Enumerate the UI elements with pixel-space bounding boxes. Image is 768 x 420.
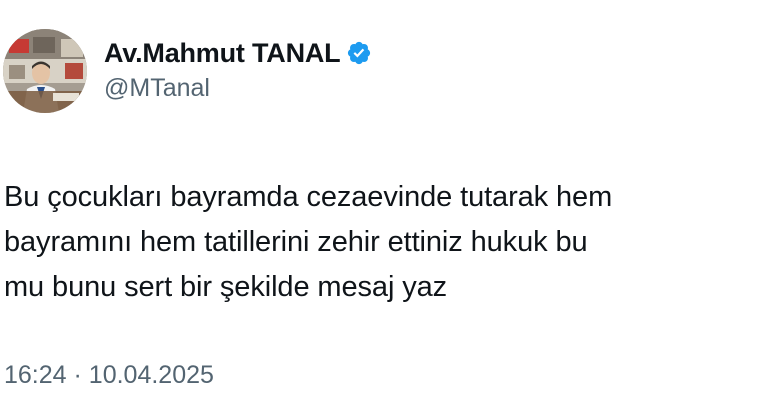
- avatar[interactable]: [3, 29, 87, 113]
- author-name-row: Av.Mahmut TANAL: [104, 36, 372, 70]
- avatar-photo: [3, 29, 87, 113]
- author-display-name[interactable]: Av.Mahmut TANAL: [104, 38, 341, 69]
- tweet-time: 16:24: [4, 361, 67, 389]
- tweet-card: Av.Mahmut TANAL @MTanal Bu çocukları bay…: [0, 0, 768, 420]
- tweet-author: Av.Mahmut TANAL @MTanal: [104, 36, 372, 103]
- verified-badge-icon: [346, 40, 372, 66]
- tweet-text: Bu çocukları bayramda cezaevinde tutarak…: [4, 181, 613, 303]
- tweet-timestamp[interactable]: 16:24 · 10.04.2025: [4, 361, 214, 390]
- author-handle[interactable]: @MTanal: [104, 74, 372, 103]
- timestamp-separator: ·: [73, 361, 82, 389]
- tweet-date: 10.04.2025: [88, 361, 214, 389]
